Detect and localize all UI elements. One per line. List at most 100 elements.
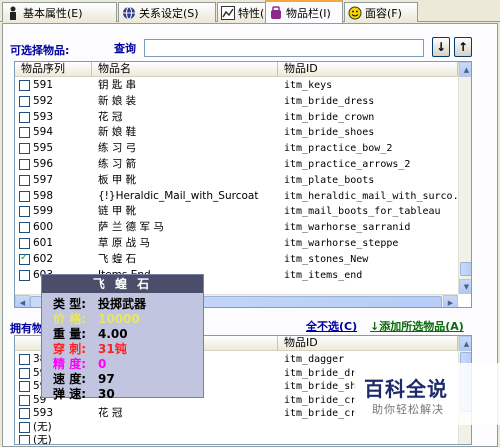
table-row[interactable]: 600 萨 兰 德 军 马 itm_warhorse_sarranid: [15, 220, 458, 235]
scroll-down-arrow-icon[interactable]: ▼: [459, 279, 471, 294]
watermark-sub: 助你轻松解决: [372, 403, 444, 416]
row-checkbox[interactable]: [19, 381, 30, 392]
column-header-id[interactable]: 物品ID: [278, 336, 458, 350]
sort-down-button[interactable]: ↓: [432, 37, 450, 57]
cell-id: itm_mail_boots_for_tableau: [284, 206, 441, 218]
sort-up-button[interactable]: ↑: [454, 37, 472, 57]
scroll-up-arrow-icon[interactable]: ▲: [459, 336, 471, 351]
row-checkbox[interactable]: [19, 159, 30, 170]
row-checkbox[interactable]: [19, 127, 30, 139]
cell-id: itm_items_end: [284, 269, 363, 281]
cell-index: 600: [33, 221, 54, 234]
row-checkbox[interactable]: [19, 222, 30, 234]
table-row[interactable]: 591 钥 匙 串 itm_keys: [15, 78, 458, 93]
cell-index: 599: [33, 205, 54, 218]
cell-name: 飞 蝗 石: [98, 252, 137, 265]
table-row[interactable]: 594 新 娘 鞋 itm_bride_shoes: [15, 125, 458, 140]
tab-face[interactable]: 面容(F): [344, 2, 418, 22]
stat-value: 4.00: [98, 326, 128, 341]
cell-id: itm_heraldic_mail_with_surco...: [284, 190, 458, 202]
row-checkbox[interactable]: [19, 421, 30, 433]
cell-index: 598: [33, 189, 54, 202]
row-checkbox[interactable]: [19, 143, 30, 155]
cell-id: itm_bride_shoes: [284, 127, 375, 139]
table-row[interactable]: 595 练 习 弓 itm_practice_bow_2: [15, 141, 458, 156]
table-row[interactable]: 597 板 甲 靴 itm_plate_boots: [15, 173, 458, 188]
cell-id: itm_keys: [284, 80, 333, 91]
row-checkbox[interactable]: [19, 95, 30, 107]
table-row[interactable]: 602 飞 蝗 石 itm_stones_New: [15, 252, 458, 267]
cell-name: 花 冠: [98, 110, 123, 123]
table-row[interactable]: 601 草 原 战 马 itm_warhorse_steppe: [15, 236, 458, 251]
cell-index: 602: [33, 252, 54, 265]
cell-name: 钥 匙 串: [98, 79, 137, 91]
row-checkbox[interactable]: [19, 435, 30, 444]
cell-name: 新 娘 鞋: [98, 126, 137, 139]
tooltip-stat: 价 格: 10000: [42, 311, 203, 327]
row-checkbox[interactable]: [19, 206, 30, 218]
cell-id: itm_practice_arrows_2: [284, 159, 411, 170]
cell-index: 594: [33, 126, 54, 139]
row-checkbox[interactable]: [19, 174, 30, 186]
cell-index: 601: [33, 237, 54, 249]
tooltip-stat: 精 度: 0: [42, 356, 203, 372]
row-checkbox[interactable]: [19, 269, 30, 281]
scroll-thumb[interactable]: [460, 262, 471, 276]
table-row[interactable]: 599 链 甲 靴 itm_mail_boots_for_tableau: [15, 204, 458, 219]
owned-items-label: 拥有物: [10, 322, 43, 335]
tooltip-stat: 弹 速: 30: [42, 386, 203, 402]
scroll-right-arrow-icon[interactable]: ▶: [443, 295, 458, 307]
search-label: 查询: [114, 42, 136, 55]
smiley-icon: [348, 6, 362, 20]
cell-name: 草 原 战 马: [98, 237, 151, 249]
row-checkbox[interactable]: [19, 394, 30, 406]
scroll-left-arrow-icon[interactable]: ◀: [15, 295, 30, 307]
table-row[interactable]: 593 花 冠 itm_bride_crown: [15, 110, 458, 125]
tab-inventory[interactable]: 物品栏(I): [265, 0, 343, 23]
row-checkbox[interactable]: [19, 111, 30, 123]
table-row[interactable]: 598 {!}Heraldic_Mail_with_Surcoat itm_hera…: [15, 189, 458, 204]
row-checkbox[interactable]: [19, 354, 30, 365]
cell-index: 596: [33, 158, 54, 170]
item-tooltip: 飞 蝗 石 类 型: 投掷武器价 格: 10000 重 量: 4.00 穿 刺: 31钝精 …: [41, 274, 204, 402]
row-checkbox[interactable]: [19, 367, 30, 379]
stat-value: 31钝: [98, 342, 127, 356]
table-row[interactable]: 596 练 习 箭 itm_practice_arrows_2: [15, 157, 458, 172]
tooltip-stat: 类 型: 投掷武器: [42, 296, 203, 311]
row-checkbox[interactable]: [19, 408, 30, 419]
add-selected-link[interactable]: ↓添加所选物品(A): [370, 318, 464, 334]
column-header-name[interactable]: 物品名: [92, 62, 278, 76]
table-row[interactable]: (无): [15, 433, 458, 445]
cell-id: itm_warhorse_steppe: [284, 238, 399, 249]
tab-relations[interactable]: 关系设定(S): [118, 2, 216, 22]
backpack-icon: [269, 5, 283, 20]
chart-icon: [221, 5, 235, 20]
watermark: 百科全说 助你轻松解决: [354, 363, 500, 425]
stat-value: 30: [98, 386, 115, 401]
stat-value: 97: [98, 371, 115, 386]
cell-id: itm_bride_dress: [284, 95, 375, 107]
cell-index: 592: [33, 94, 54, 107]
scroll-up-arrow-icon[interactable]: ▲: [459, 62, 471, 77]
tab-basic-attributes[interactable]: 基本属性(E): [2, 2, 117, 22]
row-checkbox[interactable]: [19, 190, 30, 202]
row-checkbox[interactable]: [19, 80, 30, 91]
clear-all-link[interactable]: 全不选(C): [306, 318, 357, 334]
table-row[interactable]: 592 新 娘 装 itm_bride_dress: [15, 94, 458, 109]
tooltip-stat: 穿 刺: 31钝: [42, 341, 203, 356]
cell-name: 板 甲 靴: [98, 173, 137, 186]
row-checkbox[interactable]: [19, 238, 30, 249]
available-items-list[interactable]: 物品序列 物品名 物品ID 591 钥 匙 串 itm_keys 592 新 娘 装 it…: [14, 61, 472, 308]
column-header-index[interactable]: 物品序列: [15, 62, 92, 76]
cell-index: (无): [33, 434, 52, 445]
tab-label: 物品栏(I): [286, 6, 331, 20]
search-input[interactable]: [144, 39, 424, 57]
globe-icon: [122, 6, 136, 20]
vertical-scrollbar[interactable]: ▲ ▼: [458, 62, 471, 294]
tooltip-title: 飞 蝗 石: [42, 275, 203, 293]
column-header-id[interactable]: 物品ID: [278, 62, 458, 76]
tab-label: 关系设定(S): [139, 6, 199, 20]
tab-label: 面容(F): [365, 6, 402, 20]
row-checkbox[interactable]: [19, 252, 30, 265]
tab-label: 基本属性(E): [23, 6, 83, 20]
